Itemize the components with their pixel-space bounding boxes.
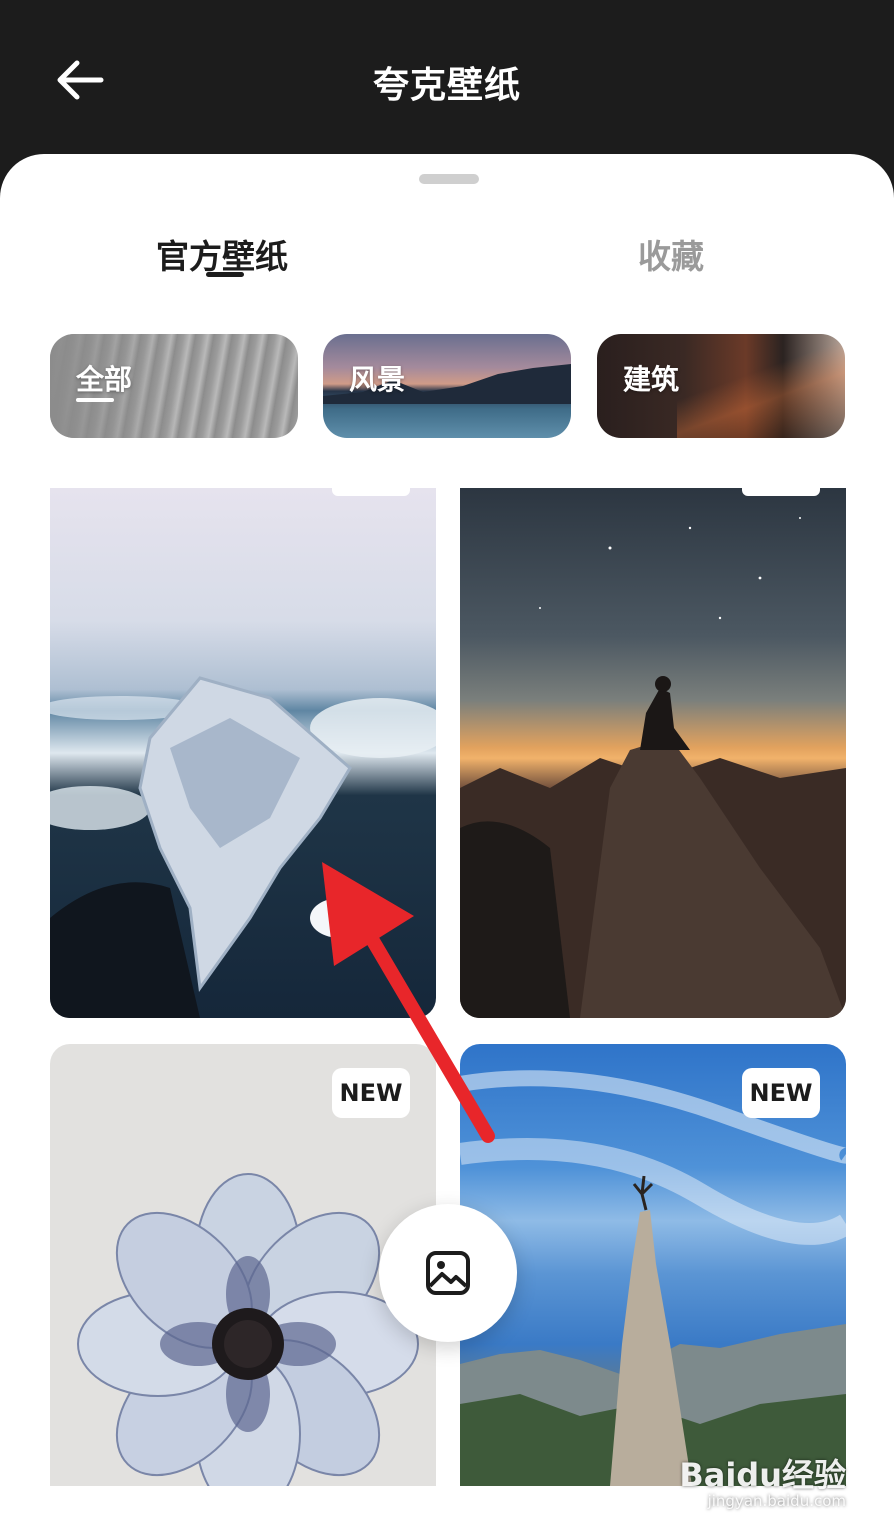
tab-official-wallpapers[interactable]: 官方壁纸 (156, 230, 288, 278)
category-chip-architecture[interactable]: 建筑 (597, 334, 845, 438)
sunset-photo (460, 517, 846, 1018)
category-chip-label: 风景 (349, 363, 406, 396)
watermark-url: jingyan.baidu.com (707, 1492, 846, 1510)
new-badge: NEW (742, 1068, 820, 1118)
set-wallpaper-button[interactable] (379, 1204, 517, 1342)
category-active-indicator (76, 398, 114, 402)
category-chip-landscape[interactable]: 风景 (323, 334, 571, 438)
image-icon (426, 1251, 470, 1295)
wallpaper-card-sunset[interactable] (460, 488, 846, 1018)
drag-handle[interactable] (419, 174, 479, 184)
page-title: 夸克壁纸 (372, 65, 521, 106)
new-badge: NEW (332, 1068, 410, 1118)
category-chip-label: 建筑 (623, 363, 680, 396)
category-chip-label: 全部 (76, 363, 133, 396)
tab-favorites[interactable]: 收藏 (638, 230, 704, 278)
wallpaper-card-peak[interactable]: NEW (460, 1044, 846, 1486)
watermark-brand: Baidu经验 (679, 1456, 846, 1494)
wallpaper-card-flower[interactable]: NEW (50, 1044, 436, 1486)
tab-active-indicator (206, 272, 244, 277)
category-chip-all[interactable]: 全部 (50, 334, 298, 438)
top-bar: 夸克壁纸 (0, 0, 894, 160)
wallpaper-card-ice[interactable] (50, 488, 436, 1018)
ice-photo (50, 676, 436, 1018)
